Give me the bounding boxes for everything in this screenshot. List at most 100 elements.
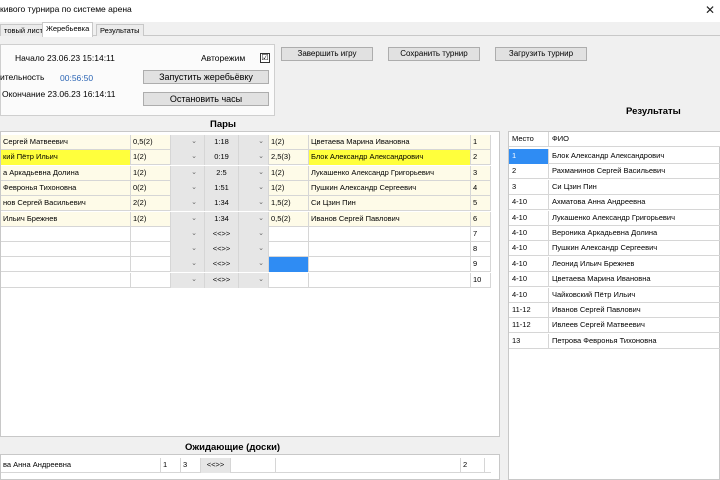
chevron-down-icon[interactable]: ⌄: [187, 135, 201, 150]
result-row[interactable]: 11-12 Иванов Сергей Павлович: [509, 303, 720, 318]
result-name: Блок Александр Александрович: [552, 151, 665, 160]
result-row[interactable]: 4-10 Чайковский Пётр Ильич: [509, 287, 720, 303]
pair-board-number: 9: [471, 257, 491, 273]
window-title: кивого турнира по системе арена: [0, 4, 132, 14]
chevron-down-icon[interactable]: ⌄: [254, 166, 268, 181]
chevron-down-icon[interactable]: ⌄: [187, 196, 201, 211]
pair-row[interactable]: нов Сергей Васильевич 2(2) 1:34 1,5(2) Си Цз…: [1, 196, 491, 212]
result-place: 4-10: [509, 195, 549, 211]
checkbox-icon[interactable]: ☑: [260, 53, 270, 63]
pair-row[interactable]: <<>> 9 ⌄ ⌄: [1, 257, 491, 273]
stop-clock-button[interactable]: Остановить часы: [143, 92, 269, 106]
pair-timer[interactable]: <<>>: [205, 272, 239, 288]
pair-row[interactable]: кий Пётр Ильич 1(2) 0:19 2,5(3) Блок Алексан…: [1, 150, 491, 166]
result-row[interactable]: 4-10 Цветаева Марина Ивановна: [509, 272, 720, 288]
chevron-down-icon[interactable]: ⌄: [254, 212, 268, 227]
pair-right-player: [309, 272, 471, 288]
result-place: 4-10: [509, 287, 549, 303]
result-place: 4-10: [509, 241, 549, 257]
result-row[interactable]: 1 Блок Александр Александрович: [509, 149, 720, 164]
result-name: Рахманинов Сергей Васильевич: [552, 166, 666, 176]
pair-left-score: 1(2): [131, 211, 171, 227]
pair-row[interactable]: Сергей Матвеевич 0,5(2) 1:18 1(2) Цветаева М…: [1, 135, 491, 150]
result-row[interactable]: 4-10 Лукашенко Александр Григорьевич: [509, 210, 720, 226]
results-header: Место ФИО: [509, 132, 720, 147]
pair-timer[interactable]: <<>>: [205, 257, 239, 273]
pair-row[interactable]: Ильич Брежнев 1(2) 1:34 0,5(2) Иванов Сергей…: [1, 211, 491, 227]
chevron-down-icon[interactable]: ⌄: [254, 150, 268, 165]
pair-left-score: [131, 272, 171, 288]
result-name: Вероника Аркадьевна Долина: [552, 228, 658, 237]
result-row[interactable]: 3 Си Цзин Пин: [509, 179, 720, 195]
waiting-games: 1: [161, 458, 181, 473]
save-tournament-button[interactable]: Сохранить турнир: [388, 47, 480, 61]
chevron-down-icon[interactable]: ⌄: [254, 196, 268, 211]
pair-row[interactable]: <<>> 10 ⌄ ⌄: [1, 272, 491, 288]
close-icon[interactable]: ✕: [700, 1, 720, 21]
chevron-down-icon[interactable]: ⌄: [187, 242, 201, 257]
pair-timer[interactable]: <<>>: [205, 226, 239, 242]
result-row[interactable]: 4-10 Вероника Аркадьевна Долина: [509, 226, 720, 241]
result-row[interactable]: 11-12 Ивлеев Сергей Матвеевич: [509, 318, 720, 334]
pair-row[interactable]: Февронья Тихоновна 0(2) 1:51 1(2) Пушкин Але…: [1, 180, 491, 196]
chevron-down-icon[interactable]: ⌄: [187, 212, 201, 227]
result-name: Цветаева Марина Ивановна: [552, 274, 651, 284]
start-time-label: Начало 23.06.23 15:14:11: [15, 53, 115, 63]
tab-registration[interactable]: товый лист: [0, 24, 47, 36]
pair-left-score: [131, 242, 171, 258]
waiting-row[interactable]: ва Анна Андреевна 1 3 <<>> 2: [1, 458, 491, 473]
pair-timer[interactable]: 0:19: [205, 150, 239, 166]
chevron-down-icon[interactable]: ⌄: [187, 166, 201, 181]
chevron-down-icon[interactable]: ⌄: [254, 257, 268, 272]
start-draw-button[interactable]: Запустить жеребьёвку: [143, 70, 269, 84]
result-place: 11-12: [509, 318, 549, 334]
waiting-time[interactable]: <<>>: [201, 458, 231, 473]
chevron-down-icon[interactable]: ⌄: [254, 273, 268, 288]
pair-timer[interactable]: <<>>: [205, 242, 239, 258]
pair-board-number: 8: [471, 242, 491, 258]
chevron-down-icon[interactable]: ⌄: [254, 181, 268, 196]
pair-right-player: Цветаева Марина Ивановна: [309, 135, 471, 150]
pair-right-score: 2,5(3): [269, 150, 309, 166]
pair-right-score: [269, 242, 309, 258]
finish-game-button[interactable]: Завершить игру: [281, 47, 373, 61]
pairs-table: Сергей Матвеевич 0,5(2) 1:18 1(2) Цветаева М…: [0, 131, 500, 437]
pair-row[interactable]: <<>> 7 ⌄ ⌄: [1, 226, 491, 242]
pair-row[interactable]: <<>> 8 ⌄ ⌄: [1, 242, 491, 258]
chevron-down-icon[interactable]: ⌄: [254, 242, 268, 257]
pair-right-player: [309, 242, 471, 258]
chevron-down-icon[interactable]: ⌄: [187, 150, 201, 165]
result-name: Лукашенко Александр Григорьевич: [552, 212, 676, 222]
pair-timer[interactable]: 2:5: [205, 165, 239, 181]
pair-left-player: [1, 257, 131, 273]
result-row[interactable]: 13 Петрова Февронья Тихоновна: [509, 333, 720, 349]
result-row[interactable]: 4-10 Ахматова Анна Андреевна: [509, 195, 720, 211]
result-place: 4-10: [509, 256, 549, 272]
tab-draw[interactable]: Жеребьевка: [42, 22, 94, 37]
result-row[interactable]: 4-10 Леонид Ильич Брежнев: [509, 256, 720, 272]
pair-board-number: 10: [471, 272, 491, 288]
pair-row[interactable]: а Аркадьевна Долина 1(2) 2:5 1(2) Лукашенко …: [1, 165, 491, 181]
chevron-down-icon[interactable]: ⌄: [187, 227, 201, 242]
pair-timer[interactable]: 1:18: [205, 135, 239, 150]
pair-board-number: 3: [471, 165, 491, 181]
chevron-down-icon[interactable]: ⌄: [187, 181, 201, 196]
load-tournament-button[interactable]: Загрузить турнир: [495, 47, 587, 61]
pair-left-player: а Аркадьевна Долина: [1, 165, 131, 181]
tab-results[interactable]: Результаты: [96, 24, 144, 36]
chevron-down-icon[interactable]: ⌄: [187, 257, 201, 272]
pair-right-score: 0,5(2): [269, 211, 309, 227]
pair-timer[interactable]: 1:51: [205, 180, 239, 196]
chevron-down-icon[interactable]: ⌄: [254, 135, 268, 150]
chevron-down-icon[interactable]: ⌄: [254, 227, 268, 242]
result-name: Ивлеев Сергей Матвеевич: [552, 320, 645, 330]
result-name: Пушкин Александр Сергеевич: [552, 243, 658, 253]
chevron-down-icon[interactable]: ⌄: [187, 273, 201, 288]
result-row[interactable]: 2 Рахманинов Сергей Васильевич: [509, 164, 720, 180]
waiting-title: Ожидающие (доски): [185, 442, 281, 453]
results-title: Результаты: [626, 106, 681, 117]
pair-timer[interactable]: 1:34: [205, 211, 239, 227]
pair-timer[interactable]: 1:34: [205, 196, 239, 212]
result-name: Си Цзин Пин: [552, 181, 597, 191]
result-row[interactable]: 4-10 Пушкин Александр Сергеевич: [509, 241, 720, 257]
